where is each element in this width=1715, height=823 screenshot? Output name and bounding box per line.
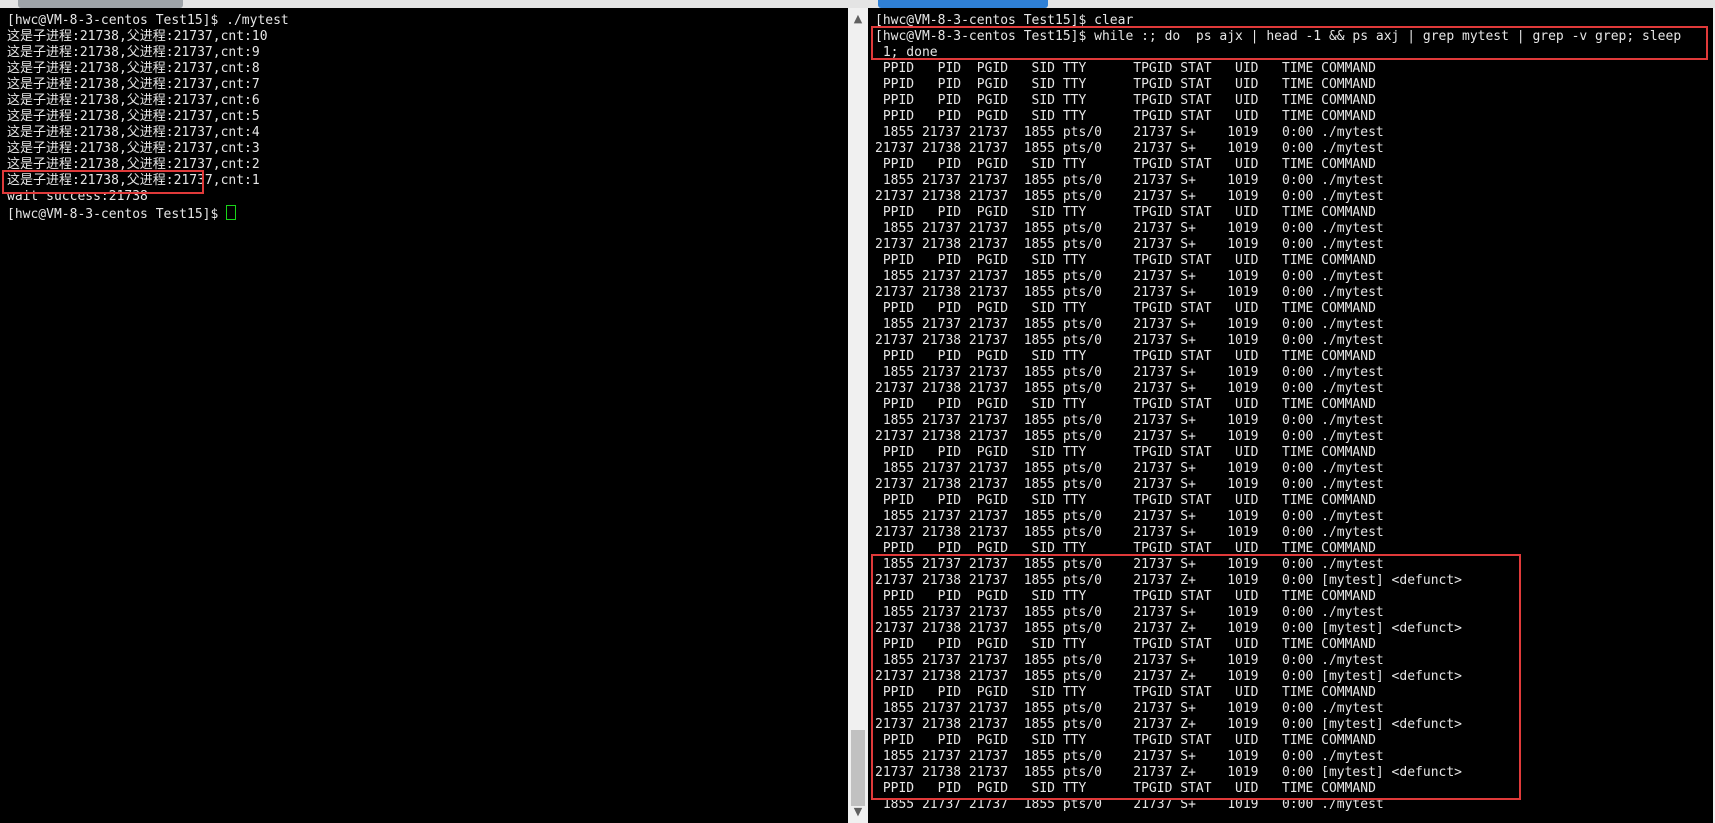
- terminal-line: PPID PID PGID SID TTY TPGID STAT UID TIM…: [875, 397, 1376, 412]
- left-terminal-pane[interactable]: [hwc@VM-8-3-centos Test15]$ ./mytest 这是子进…: [0, 8, 848, 823]
- scrollbar-thumb[interactable]: [851, 730, 865, 806]
- highlight-while-loop-command: [871, 26, 1708, 60]
- left-pane-scrollbar[interactable]: ▲ ▼: [848, 8, 868, 823]
- terminal-line: 1855 21737 21737 1855 pts/0 21737 S+ 101…: [875, 221, 1384, 236]
- terminal-line: 这是子进程:21738,父进程:21737,cnt:8: [7, 61, 260, 76]
- shell-prompt: [hwc@VM-8-3-centos Test15]$: [7, 207, 227, 222]
- terminal-line: PPID PID PGID SID TTY TPGID STAT UID TIM…: [875, 93, 1376, 108]
- terminal-line: 21737 21738 21737 1855 pts/0 21737 S+ 10…: [875, 237, 1384, 252]
- text-cursor: [226, 205, 237, 220]
- right-terminal-pane[interactable]: [hwc@VM-8-3-centos Test15]$ clear [hwc@VM…: [868, 8, 1715, 823]
- terminal-line: 这是子进程:21738,父进程:21737,cnt:3: [7, 141, 260, 156]
- terminal-line: PPID PID PGID SID TTY TPGID STAT UID TIM…: [875, 61, 1376, 76]
- terminal-line: 21737 21738 21737 1855 pts/0 21737 S+ 10…: [875, 285, 1384, 300]
- highlight-defunct-processes: [871, 554, 1521, 800]
- terminal-line: PPID PID PGID SID TTY TPGID STAT UID TIM…: [875, 157, 1376, 172]
- terminal-line: PPID PID PGID SID TTY TPGID STAT UID TIM…: [875, 349, 1376, 364]
- terminal-line: 1855 21737 21737 1855 pts/0 21737 S+ 101…: [875, 173, 1384, 188]
- highlight-wait-success: [2, 170, 204, 194]
- terminal-line: 21737 21738 21737 1855 pts/0 21737 S+ 10…: [875, 189, 1384, 204]
- terminal-line: 21737 21738 21737 1855 pts/0 21737 S+ 10…: [875, 525, 1384, 540]
- terminal-line: PPID PID PGID SID TTY TPGID STAT UID TIM…: [875, 445, 1376, 460]
- terminal-line: PPID PID PGID SID TTY TPGID STAT UID TIM…: [875, 109, 1376, 124]
- terminal-line: 这是子进程:21738,父进程:21737,cnt:6: [7, 93, 260, 108]
- terminal-line: 这是子进程:21738,父进程:21737,cnt:5: [7, 109, 260, 124]
- terminal-line: 1855 21737 21737 1855 pts/0 21737 S+ 101…: [875, 509, 1384, 524]
- terminal-line: [hwc@VM-8-3-centos Test15]$ ./mytest: [7, 13, 289, 28]
- terminal-line: 1855 21737 21737 1855 pts/0 21737 S+ 101…: [875, 365, 1384, 380]
- terminal-line: 21737 21738 21737 1855 pts/0 21737 S+ 10…: [875, 429, 1384, 444]
- session-tab-left[interactable]: [18, 0, 183, 8]
- terminal-line: 1855 21737 21737 1855 pts/0 21737 S+ 101…: [875, 413, 1384, 428]
- terminal-line: 21737 21738 21737 1855 pts/0 21737 S+ 10…: [875, 333, 1384, 348]
- terminal-line: 1855 21737 21737 1855 pts/0 21737 S+ 101…: [875, 461, 1384, 476]
- terminal-line: PPID PID PGID SID TTY TPGID STAT UID TIM…: [875, 493, 1376, 508]
- terminal-line: 这是子进程:21738,父进程:21737,cnt:4: [7, 125, 260, 140]
- terminal-line: 这是子进程:21738,父进程:21737,cnt:10: [7, 29, 268, 44]
- scroll-down-arrow-icon[interactable]: ▼: [848, 803, 868, 821]
- terminal-line: PPID PID PGID SID TTY TPGID STAT UID TIM…: [875, 253, 1376, 268]
- terminal-line: 1855 21737 21737 1855 pts/0 21737 S+ 101…: [875, 125, 1384, 140]
- terminal-line: PPID PID PGID SID TTY TPGID STAT UID TIM…: [875, 77, 1376, 92]
- terminal-prompt-line[interactable]: [hwc@VM-8-3-centos Test15]$: [7, 205, 848, 222]
- terminal-line: 21737 21738 21737 1855 pts/0 21737 S+ 10…: [875, 141, 1384, 156]
- terminal-line: 21737 21738 21737 1855 pts/0 21737 S+ 10…: [875, 381, 1384, 396]
- session-tab-right-active[interactable]: [878, 0, 1048, 8]
- session-tab-strip: [0, 0, 1715, 8]
- terminal-line: 这是子进程:21738,父进程:21737,cnt:7: [7, 77, 260, 92]
- terminal-line: PPID PID PGID SID TTY TPGID STAT UID TIM…: [875, 205, 1376, 220]
- terminal-line: 1855 21737 21737 1855 pts/0 21737 S+ 101…: [875, 317, 1384, 332]
- terminal-line: 21737 21738 21737 1855 pts/0 21737 S+ 10…: [875, 477, 1384, 492]
- terminal-line: PPID PID PGID SID TTY TPGID STAT UID TIM…: [875, 301, 1376, 316]
- terminal-line: 1855 21737 21737 1855 pts/0 21737 S+ 101…: [875, 269, 1384, 284]
- terminal-line: 这是子进程:21738,父进程:21737,cnt:9: [7, 45, 260, 60]
- scroll-up-arrow-icon[interactable]: ▲: [848, 10, 868, 28]
